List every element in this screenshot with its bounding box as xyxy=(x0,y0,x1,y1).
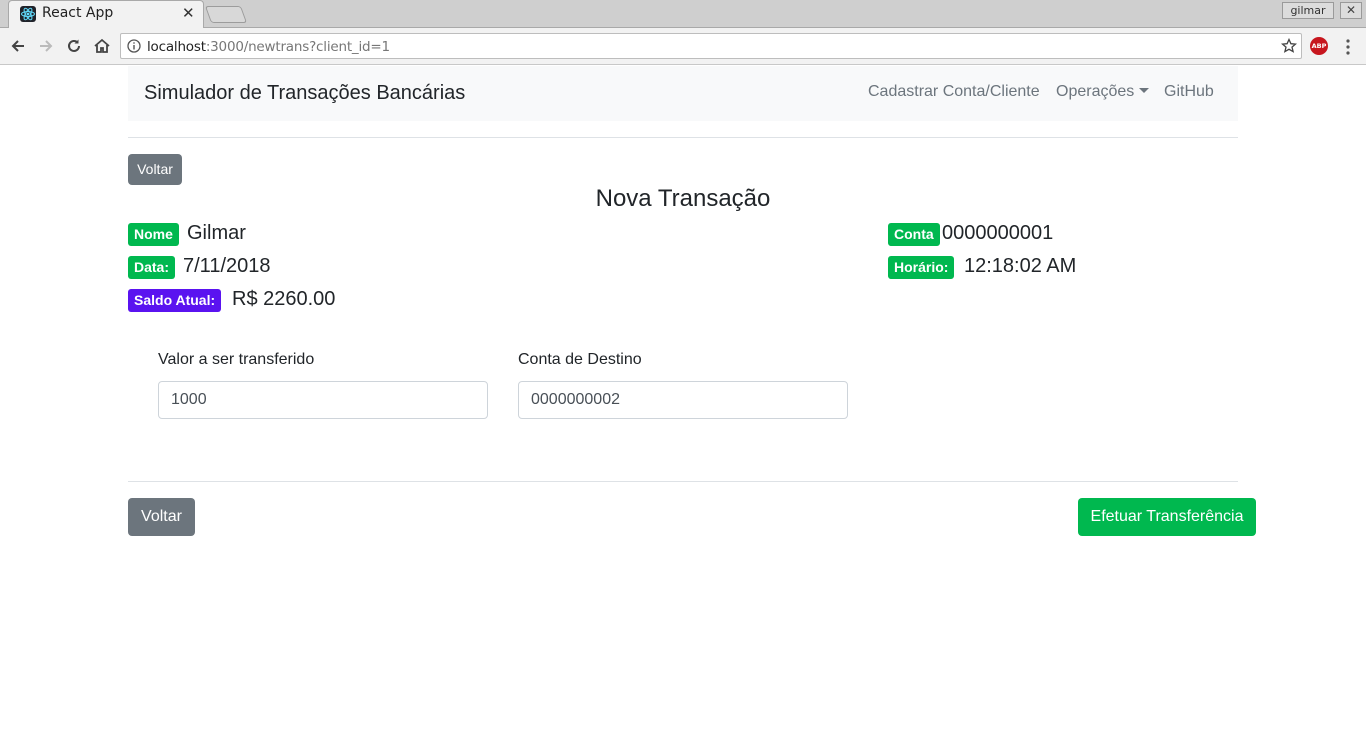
address-bar[interactable]: localhost:3000/newtrans?client_id=1 xyxy=(120,33,1302,59)
react-logo-icon xyxy=(20,6,36,22)
valor-label: Valor a ser transferido xyxy=(158,351,315,368)
nav-link-cadastrar[interactable]: Cadastrar Conta/Cliente xyxy=(868,83,1040,101)
bookmark-star-icon[interactable] xyxy=(1280,37,1298,59)
horario-value: 12:18:02 AM xyxy=(964,255,1077,277)
valor-input[interactable]: 1000 xyxy=(158,381,488,419)
url-host: localhost xyxy=(147,39,206,55)
destino-label: Conta de Destino xyxy=(518,351,642,368)
conta-badge: Conta xyxy=(888,223,940,246)
nav-link-operacoes-label: Operações xyxy=(1056,83,1135,100)
navbar-brand[interactable]: Simulador de Transações Bancárias xyxy=(144,82,465,105)
url-path: :3000/newtrans?client_id=1 xyxy=(205,39,390,55)
reload-icon[interactable] xyxy=(63,35,85,57)
nome-badge: Nome xyxy=(128,223,179,246)
browser-menu-icon[interactable] xyxy=(1340,37,1356,57)
saldo-value: R$ 2260.00 xyxy=(232,288,336,310)
nav-link-github[interactable]: GitHub xyxy=(1164,83,1214,101)
window-close-icon[interactable]: ✕ xyxy=(1340,2,1362,19)
destino-input[interactable]: 0000000002 xyxy=(518,381,848,419)
browser-toolbar: localhost:3000/newtrans?client_id=1 ABP xyxy=(0,28,1366,65)
saldo-badge: Saldo Atual: xyxy=(128,289,222,312)
forward-arrow-icon[interactable] xyxy=(35,35,57,57)
nome-value: Gilmar xyxy=(187,222,246,244)
url-text: localhost:3000/newtrans?client_id=1 xyxy=(147,39,390,55)
info-icon[interactable] xyxy=(127,39,141,58)
divider-top xyxy=(128,137,1238,138)
data-value: 7/11/2018 xyxy=(183,255,271,277)
adblock-extension-icon[interactable]: ABP xyxy=(1310,37,1328,55)
tab-title: React App xyxy=(42,5,114,21)
data-badge: Data: xyxy=(128,256,176,279)
page-title: Nova Transação xyxy=(595,185,771,212)
nav-link-operacoes[interactable]: Operações xyxy=(1056,83,1150,101)
back-button-top[interactable]: Voltar xyxy=(128,154,182,185)
profile-button[interactable]: gilmar xyxy=(1282,2,1334,19)
submit-transfer-button[interactable]: Efetuar Transferência xyxy=(1078,498,1256,536)
conta-value: 0000000001 xyxy=(942,222,1054,244)
back-button-bottom[interactable]: Voltar xyxy=(128,498,195,536)
horario-badge: Horário: xyxy=(888,256,955,279)
home-icon[interactable] xyxy=(91,35,113,57)
browser-tabstrip: React App ✕ gilmar ✕ xyxy=(0,0,1366,28)
chevron-down-icon xyxy=(1139,88,1150,93)
back-arrow-icon[interactable] xyxy=(7,35,29,57)
app-navbar: Simulador de Transações Bancárias Cadast… xyxy=(128,66,1238,121)
new-tab-button[interactable] xyxy=(204,6,248,23)
divider-bottom xyxy=(128,481,1238,482)
tab-close-icon[interactable]: ✕ xyxy=(182,4,195,22)
